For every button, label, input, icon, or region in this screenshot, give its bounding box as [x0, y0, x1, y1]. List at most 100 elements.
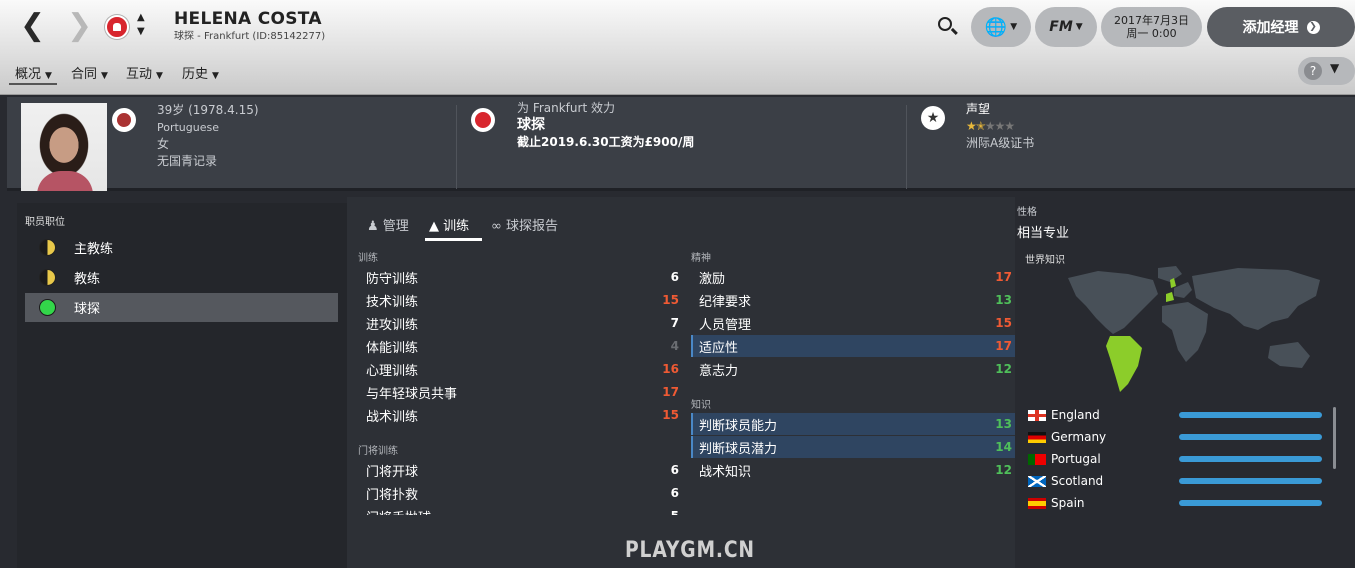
attribute-value: 16: [662, 362, 679, 376]
attribute-row[interactable]: 激励 17: [691, 266, 1015, 288]
club-crest-icon[interactable]: [105, 15, 129, 39]
germany-flag-icon: [1028, 431, 1046, 443]
attribute-row[interactable]: 心理训练 16: [358, 358, 682, 380]
world-map[interactable]: [1058, 266, 1328, 396]
reputation-block: 声望 ★✭★★★ 洲际A级证书: [966, 101, 1166, 152]
attribute-label: 判断球员潜力: [699, 441, 778, 457]
youth-record: 无国青记录: [157, 154, 218, 168]
role-scout[interactable]: 球探: [25, 293, 338, 322]
country-knowledge-row[interactable]: Portugal: [1028, 448, 1333, 470]
search-icon[interactable]: [938, 17, 952, 31]
attribute-label: 战术知识: [699, 464, 752, 480]
help-button[interactable]: ? ▼: [1298, 57, 1355, 85]
tab-label: 球探报告: [505, 219, 558, 234]
reputation-stars: ★✭★★★: [966, 119, 1015, 133]
section-goalkeeping: 门将训练: [358, 446, 398, 457]
attribute-row[interactable]: 技术训练 15: [358, 289, 682, 311]
attribute-row[interactable]: 人员管理 15: [691, 312, 1015, 334]
menu-interaction[interactable]: 互动 ▼: [126, 63, 163, 82]
knowledge-bar: [1179, 412, 1322, 418]
personal-details: 39岁 (1978.4.15) Portuguese 女 无国青记录: [157, 102, 447, 170]
menu-active-underline: [9, 83, 57, 85]
attribute-label: 意志力: [699, 363, 739, 379]
menu-contract[interactable]: 合同 ▼: [71, 63, 108, 82]
attribute-row[interactable]: 门将扑救 6: [358, 482, 682, 504]
menu-overview[interactable]: 概况 ▼: [15, 63, 52, 82]
section-knowledge: 知识: [691, 400, 711, 411]
role-head-coach[interactable]: 主教练: [25, 233, 338, 262]
role-suitability-icon: [39, 239, 56, 256]
attribute-row[interactable]: 进攻训练 7: [358, 312, 682, 334]
divider: [456, 105, 457, 189]
country-name: Portugal: [1051, 452, 1101, 466]
date-display[interactable]: 2017年7月3日 周一 0:00: [1101, 7, 1202, 47]
arrow-right-icon: ❯: [1306, 20, 1320, 34]
club-badge-icon[interactable]: [471, 108, 495, 132]
attribute-row[interactable]: 纪律要求 13: [691, 289, 1015, 311]
attribute-value: 17: [995, 339, 1012, 353]
contract-text: 截止2019.6.30工资为£900/周: [517, 135, 695, 149]
watermark: PLAYGM.CN: [625, 538, 755, 563]
attribute-row[interactable]: 适应性 17: [691, 335, 1015, 357]
knowledge-bar: [1179, 500, 1322, 506]
tab-label: 管理: [382, 219, 409, 234]
attribute-row[interactable]: 门将开球 6: [358, 459, 682, 481]
menu-label: 历史: [182, 67, 209, 82]
country-name: Germany: [1051, 430, 1107, 444]
attribute-label: 人员管理: [699, 317, 752, 333]
england-flag-icon: [1028, 409, 1046, 421]
fm-menu-button[interactable]: FM ▼: [1035, 7, 1097, 47]
attribute-value: 6: [670, 463, 679, 477]
add-manager-button[interactable]: 添加经理 ❯: [1207, 7, 1355, 47]
profile-info-bar: 39岁 (1978.4.15) Portuguese 女 无国青记录 为 Fra…: [7, 97, 1355, 191]
attribute-value: 4: [670, 339, 679, 353]
attribute-row[interactable]: 战术知识 12: [691, 459, 1015, 481]
nationality: Portuguese: [157, 121, 219, 134]
forward-arrow-icon[interactable]: ❯: [67, 10, 92, 42]
role-label: 主教练: [74, 242, 114, 257]
country-name: England: [1051, 408, 1100, 422]
person-icon: ♟: [367, 219, 379, 234]
attribute-row[interactable]: 判断球员能力 13: [691, 413, 1015, 435]
attribute-label: 纪律要求: [699, 294, 752, 310]
section-mental: 精神: [691, 253, 711, 264]
divider: [906, 105, 907, 189]
menu-label: 概况: [15, 67, 42, 82]
chevron-down-icon: ▼: [1010, 22, 1018, 32]
tab-scouting-report[interactable]: ∞ 球探报告: [491, 215, 558, 234]
back-arrow-icon[interactable]: ❮: [20, 10, 45, 42]
player-switch-arrows-icon[interactable]: ▲ ▼: [137, 11, 145, 39]
knowledge-bar: [1179, 434, 1322, 440]
contract-details: 为 Frankfurt 效力 球探 截止2019.6.30工资为£900/周: [517, 100, 897, 151]
active-tab-indicator: [425, 238, 482, 241]
attribute-value: 13: [995, 417, 1012, 431]
attribute-label: 适应性: [699, 340, 739, 356]
country-knowledge-row[interactable]: Spain: [1028, 492, 1333, 514]
globe-dropdown-button[interactable]: 🌐 ▼: [971, 7, 1031, 47]
knowledge-bar: [1179, 456, 1322, 462]
attribute-row[interactable]: 与年轻球员共事 17: [358, 381, 682, 403]
attribute-label: 与年轻球员共事: [366, 386, 458, 402]
attribute-row[interactable]: 战术训练 15: [358, 404, 682, 426]
attribute-row[interactable]: 防守训练 6: [358, 266, 682, 288]
staff-subtitle: 球探 - Frankfurt (ID:85142277): [174, 31, 326, 42]
chevron-down-icon: ▼: [1330, 61, 1340, 75]
attribute-value: 12: [995, 463, 1012, 477]
tab-training[interactable]: ▲ 训练: [429, 215, 469, 234]
country-knowledge-row[interactable]: Germany: [1028, 426, 1333, 448]
attribute-row[interactable]: 意志力 12: [691, 358, 1015, 380]
personality-value: 相当专业: [1017, 226, 1070, 241]
tab-management[interactable]: ♟ 管理: [367, 215, 409, 234]
attribute-value: 6: [670, 270, 679, 284]
binoculars-icon: ∞: [491, 219, 502, 234]
age-dob: 39岁 (1978.4.15): [157, 103, 259, 117]
attribute-row[interactable]: 判断球员潜力 14: [691, 436, 1015, 458]
attribute-value: 15: [995, 316, 1012, 330]
role-coach[interactable]: 教练: [25, 263, 338, 292]
country-knowledge-row[interactable]: England: [1028, 404, 1333, 426]
scrollbar[interactable]: [1333, 407, 1336, 469]
menu-history[interactable]: 历史 ▼: [182, 63, 219, 82]
chevron-down-icon: ▼: [101, 71, 108, 81]
attribute-row[interactable]: 体能训练 4: [358, 335, 682, 357]
country-knowledge-row[interactable]: Scotland: [1028, 470, 1333, 492]
